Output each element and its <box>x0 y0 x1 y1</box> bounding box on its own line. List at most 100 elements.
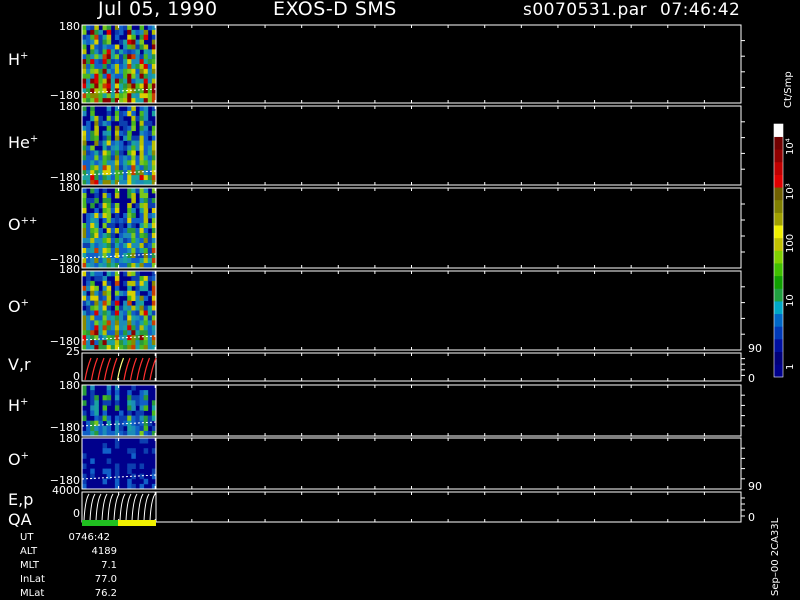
spectrogram-cell <box>127 320 132 326</box>
spectrogram-cell <box>139 135 145 141</box>
spectrogram-cell <box>98 305 103 311</box>
spectrogram-cell <box>139 438 145 444</box>
spectrogram-cell <box>94 83 99 89</box>
spectrogram-cell <box>127 29 132 36</box>
spectrogram-cell <box>143 478 149 485</box>
spectrogram-cell <box>102 25 108 31</box>
spectrogram-cell <box>110 258 116 264</box>
spectrogram-cell <box>131 213 136 219</box>
spectrogram-cell <box>127 78 132 84</box>
spectrogram-cell <box>147 290 153 297</box>
spectrogram-cell <box>102 34 108 41</box>
spectrogram-cell <box>98 203 103 209</box>
spectrogram-cell <box>82 198 87 204</box>
spectrogram-cell <box>98 175 103 181</box>
rtick-p8-bottom: 0 <box>748 511 755 524</box>
spectrogram-cell <box>110 330 116 336</box>
spectrogram-cell <box>106 25 112 31</box>
spectrogram-cell <box>143 280 149 287</box>
spectrogram-cell <box>127 175 132 181</box>
spectrogram-cell <box>119 410 124 416</box>
spectrogram-cell <box>82 78 87 84</box>
spectrogram-cell <box>114 258 120 264</box>
spectrogram-cell <box>98 34 103 41</box>
spectrogram-cell <box>110 238 116 244</box>
spectrogram-cell <box>102 203 108 209</box>
spectrogram-cell <box>94 49 99 55</box>
spectrogram-cell <box>82 400 87 406</box>
spectrogram-cell <box>135 54 140 60</box>
spectrogram-cell <box>114 155 120 161</box>
spectrogram-cell <box>82 203 87 209</box>
spectrogram-cell <box>94 198 99 204</box>
spectrogram-cell <box>82 320 87 326</box>
colorbar-segment <box>774 199 783 213</box>
spectrogram-cell <box>102 410 108 416</box>
spectrogram-cell <box>86 280 91 287</box>
spectrogram-cell <box>102 325 108 331</box>
spectrogram-cell <box>94 213 99 219</box>
spectrogram-cell <box>106 64 112 70</box>
spectrogram-cell <box>131 78 136 84</box>
spectrogram-cell <box>143 208 149 214</box>
qa-bar-warning <box>118 520 156 526</box>
spectrogram-cell <box>82 271 87 277</box>
spectrogram-cell <box>94 29 99 36</box>
spectrogram-cell <box>127 340 132 346</box>
colorbar-segment <box>774 301 783 315</box>
spectrogram-cell <box>102 405 108 411</box>
spectrogram-cell <box>123 78 128 84</box>
ytick-p7-top: 180 <box>59 432 80 445</box>
spectrogram-cell <box>135 188 140 194</box>
spectrogram-cell <box>139 59 145 65</box>
spectrogram-cell <box>106 473 112 480</box>
spectrogram-cell <box>98 39 103 45</box>
spectrogram-cell <box>131 238 136 244</box>
spectrogram-cell <box>94 208 99 214</box>
spectrogram-cell <box>90 395 95 401</box>
spectrogram-cell <box>123 64 128 70</box>
spectrogram-cell <box>143 248 149 254</box>
spectrogram-cell <box>127 258 132 264</box>
spectrogram-cell <box>86 73 91 80</box>
panel-title-h-plus: H+ <box>8 50 29 69</box>
spectrogram-cell <box>106 135 112 141</box>
spectrogram-cell <box>139 188 145 194</box>
spectrogram-cell <box>123 325 128 331</box>
spectrogram-cell <box>90 78 95 84</box>
spectrogram-cell <box>86 68 91 75</box>
spectrogram-cell <box>143 325 149 331</box>
spectrogram-cell <box>147 120 153 127</box>
spectrogram-cell <box>102 300 108 306</box>
spectrogram-cell <box>131 175 136 181</box>
spectrogram-cell <box>139 150 145 156</box>
spectrogram-cell <box>102 68 108 75</box>
spectrogram-cell <box>82 473 87 480</box>
spectrogram-cell <box>114 160 120 166</box>
spectrogram-cell <box>102 188 108 194</box>
spectrogram-cell <box>123 415 128 422</box>
spectrogram-cell <box>127 150 132 156</box>
spectrogram-cell <box>135 44 140 50</box>
spectrogram-cell <box>94 44 99 50</box>
spectrogram-cell <box>147 64 153 70</box>
spectrogram-cell <box>143 203 149 209</box>
spectrogram-cell <box>143 120 149 127</box>
spectrogram-cell <box>143 395 149 401</box>
spectrogram-cell <box>123 175 128 181</box>
spectrogram-cell <box>94 275 99 282</box>
spectrogram-cell <box>135 233 140 239</box>
spectrogram-cell <box>86 228 91 234</box>
spectrogram-cell <box>110 315 116 321</box>
spectrogram-cell <box>127 54 132 60</box>
spectrogram-cell <box>127 415 132 422</box>
spectrogram-cell <box>98 165 103 171</box>
spectrogram-cell <box>131 135 136 141</box>
spectrogram-cell <box>98 59 103 65</box>
spectrogram-cell <box>135 253 140 259</box>
spectrogram-cell <box>98 54 103 60</box>
spectrogram-cell <box>135 135 140 141</box>
spectrogram-cell <box>106 78 112 84</box>
spectrogram-cell <box>127 125 132 132</box>
spectrogram-cell <box>131 400 136 406</box>
